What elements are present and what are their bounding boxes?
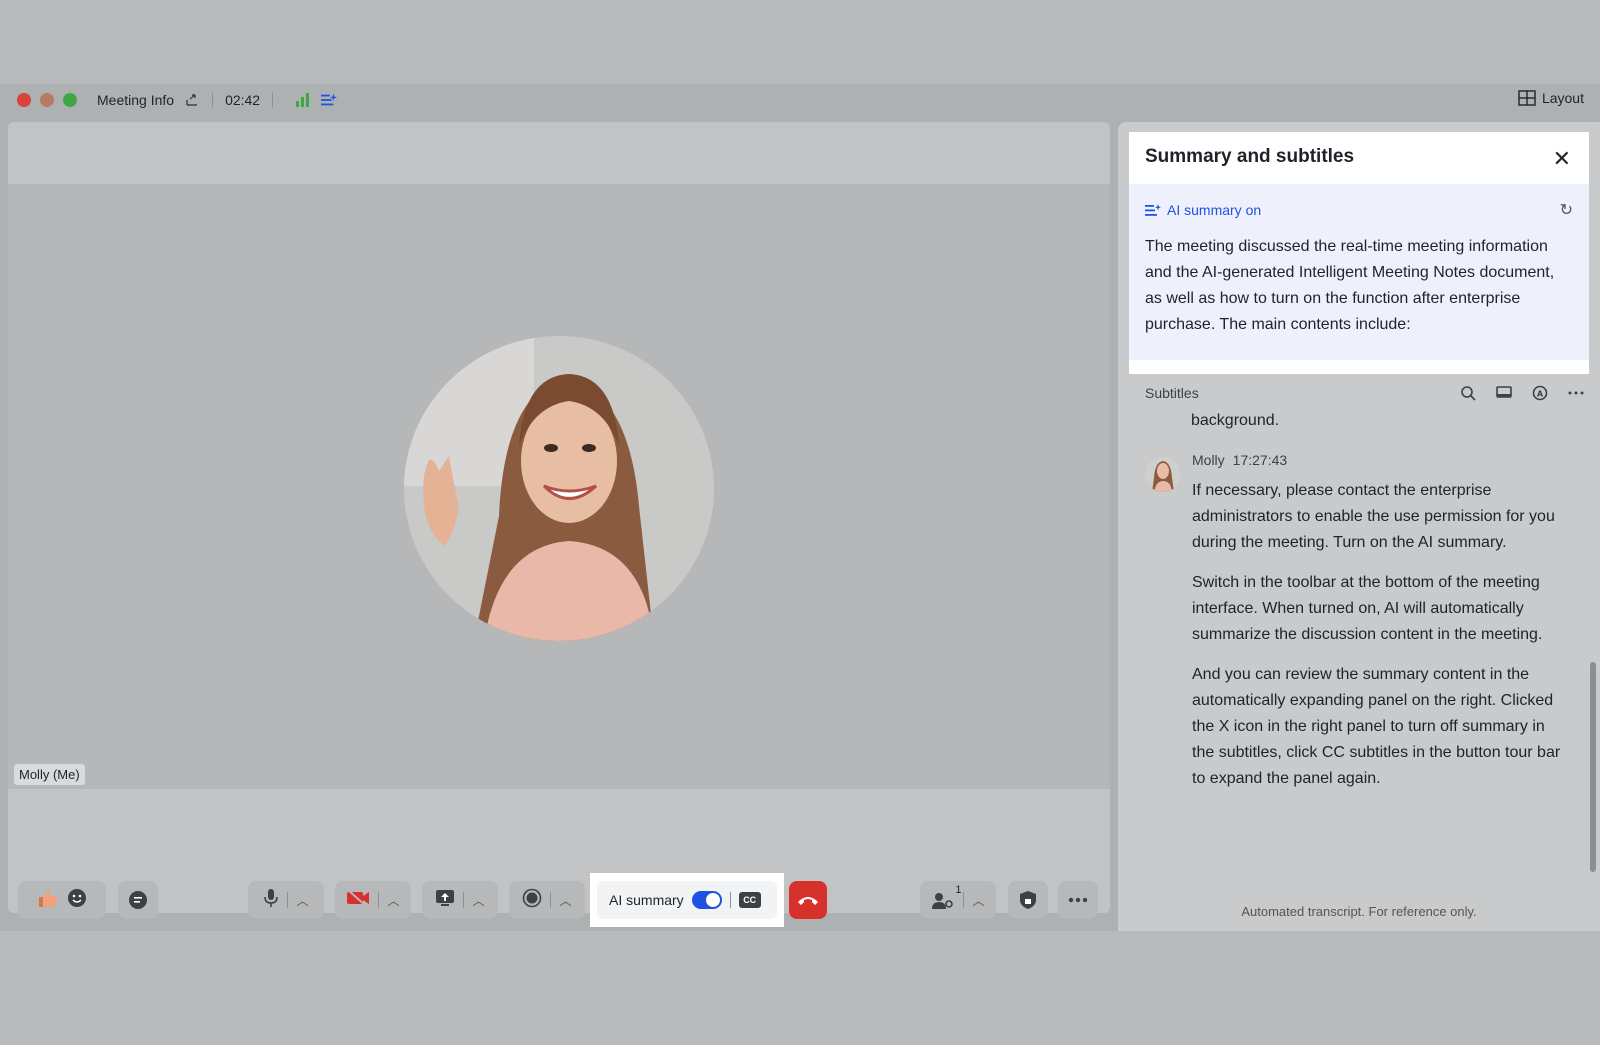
speaker-name: Molly [1192,452,1225,468]
close-panel-icon[interactable]: ✕ [1553,146,1571,172]
avatar [1145,456,1181,492]
summary-subtitles-panel: Summary and subtitles ✕ AI summary on ↻ … [1118,122,1600,931]
summary-text: The meeting discussed the real-time meet… [1145,238,1555,333]
participants-count: 1 [955,884,962,896]
security-button[interactable] [1008,881,1048,919]
divider [963,892,965,908]
maximize-window-button[interactable] [63,93,77,107]
subtitles-scrollbar[interactable] [1590,662,1596,872]
emoji-icon[interactable] [67,888,87,913]
more-icon[interactable] [1567,384,1585,402]
message-paragraph: If necessary, please contact the enterpr… [1192,482,1555,551]
ai-summary-toggle[interactable] [691,891,722,909]
subtitles-header: Subtitles A [1145,384,1585,402]
message-paragraph: And you can review the summary content i… [1192,666,1561,787]
meeting-info-label[interactable]: Meeting Info [97,92,174,108]
layout-grid-icon [1518,90,1536,106]
signal-strength-icon[interactable] [295,92,311,108]
participants-group: 1 ︿ [920,881,996,919]
stage-top-band [8,122,1110,184]
more-icon [1068,897,1088,903]
minimize-window-button[interactable] [40,93,54,107]
chevron-up-icon[interactable]: ︿ [296,892,308,909]
chevron-up-icon[interactable]: ︿ [972,892,984,909]
more-options-button[interactable] [1058,881,1098,919]
microphone-icon[interactable] [263,888,279,913]
divider [550,892,552,908]
close-window-button[interactable] [17,93,31,107]
divider [287,892,289,908]
svg-text:A: A [1537,390,1544,399]
camera-off-icon[interactable] [346,888,370,912]
subtitles-actions: A [1459,384,1585,402]
chevron-up-icon[interactable]: ︿ [387,892,399,909]
participant-avatar [404,336,714,641]
message-time: 17:27:43 [1232,452,1288,468]
ai-summary-status-text: AI summary on [1167,202,1262,218]
divider [729,892,731,908]
chat-icon [129,891,147,909]
chat-button[interactable] [118,881,158,919]
monitor-icon[interactable] [1495,384,1513,402]
share-icon[interactable] [184,92,200,108]
subtitle-fragment: background. [1191,412,1280,429]
camera-group: ︿ [335,881,411,919]
hang-up-icon [798,897,818,905]
layout-label: Layout [1541,90,1584,106]
record-group: ︿ [509,881,585,919]
participants-icon[interactable]: 1 [931,884,961,910]
thumbs-up-icon[interactable] [37,888,59,913]
meeting-timer: 02:42 [225,92,261,108]
record-icon[interactable] [522,888,542,913]
message-paragraphs: If necessary, please contact the enterpr… [1192,478,1567,806]
video-stage: Molly (Me) [8,122,1110,913]
ai-summary-status: AI summary on [1145,202,1261,218]
mic-group: ︿ [248,881,324,919]
ai-summary-icon [1145,203,1161,216]
panel-title: Summary and subtitles [1145,146,1355,167]
end-call-button[interactable] [789,881,827,919]
share-screen-icon[interactable] [435,889,455,912]
cc-subtitles-button[interactable]: CC [738,892,761,908]
subtitles-label: Subtitles [1145,385,1199,401]
chevron-up-icon[interactable]: ︿ [472,892,484,909]
refresh-icon[interactable]: ↻ [1560,200,1573,220]
ai-summary-icon[interactable] [321,92,338,108]
message-meta: Molly 17:27:43 [1192,452,1287,468]
participant-name-tag: Molly (Me) [14,764,85,785]
layout-button[interactable]: Layout [1518,90,1584,106]
ai-summary-control: AI summary CC [597,881,777,919]
title-bar: Meeting Info 02:42 Layout [0,84,1600,116]
ai-summary-highlight: AI summary CC [590,873,784,927]
summary-card: Summary and subtitles ✕ AI summary on ↻ … [1129,132,1589,374]
divider [463,892,465,908]
share-screen-group: ︿ [422,881,498,919]
transcript-footnote: Automated transcript. For reference only… [1241,904,1477,919]
shield-icon [1020,891,1036,909]
window-controls [17,93,77,107]
divider [378,892,380,908]
summary-body: AI summary on ↻ The meeting discussed th… [1129,184,1589,360]
reactions-group [18,881,106,919]
ai-summary-label: AI summary [609,892,684,908]
translate-icon[interactable]: A [1531,384,1549,402]
divider [272,92,274,108]
chevron-up-icon[interactable]: ︿ [559,892,571,909]
message-paragraph: Switch in the toolbar at the bottom of t… [1192,574,1543,643]
search-icon[interactable] [1459,384,1477,402]
divider [212,92,214,108]
